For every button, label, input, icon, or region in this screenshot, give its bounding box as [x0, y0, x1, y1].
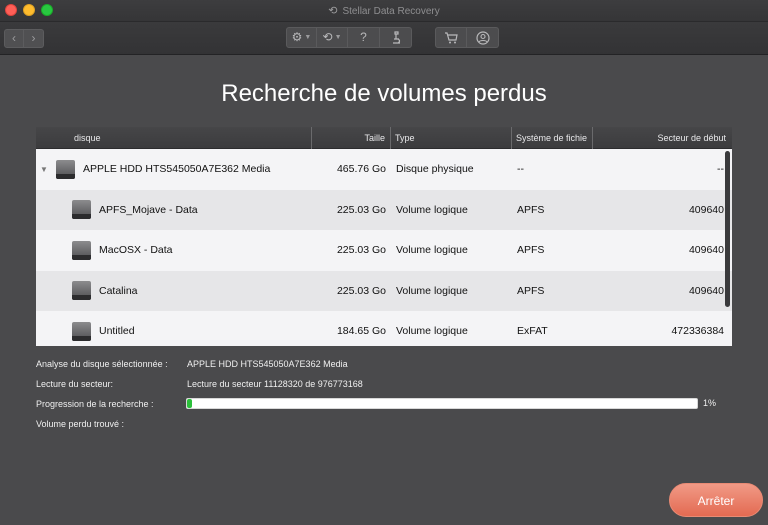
toolbar-account-group [435, 27, 499, 48]
row-type: Disque physique [396, 163, 474, 176]
forward-button[interactable]: › [24, 29, 44, 48]
row-name-cell: Untitled [36, 321, 312, 341]
table-row[interactable]: Untitled 184.65 Go Volume logique ExFAT … [36, 311, 732, 346]
table-body: ▼ APPLE HDD HTS545050A7E362 Media 465.76… [36, 149, 732, 346]
row-start-sector: 409640 [688, 203, 724, 216]
lost-volume-label: Volume perdu trouvé : [36, 419, 125, 429]
history-icon: ⟲ [322, 30, 333, 44]
row-size: 225.03 Go [336, 284, 386, 297]
help-button[interactable]: ? [348, 27, 380, 48]
navigation-buttons: ‹ › [4, 29, 44, 48]
row-name: MacOSX - Data [99, 244, 173, 257]
table-row[interactable]: APFS_Mojave - Data 225.03 Go Volume logi… [36, 189, 732, 230]
column-header-disk[interactable]: disque [36, 127, 312, 149]
row-start-sector: 409640 [688, 284, 724, 297]
cart-button[interactable] [435, 27, 467, 48]
settings-button[interactable]: ⚙ ▼ [286, 27, 317, 48]
row-filesystem: ExFAT [517, 325, 548, 338]
row-name: APPLE HDD HTS545050A7E362 Media [83, 163, 271, 176]
chevron-right-icon: › [31, 31, 36, 45]
row-size: 225.03 Go [336, 203, 386, 216]
volume-icon [72, 200, 91, 220]
volume-icon [72, 281, 91, 301]
chevron-left-icon: ‹ [12, 31, 16, 45]
row-name-cell: APFS_Mojave - Data [36, 200, 312, 220]
row-filesystem: APFS [517, 284, 545, 297]
disk-analysis-value: APPLE HDD HTS545050A7E362 Media [187, 359, 348, 369]
volume-icon [72, 240, 91, 260]
back-button[interactable]: ‹ [4, 29, 24, 48]
row-type: Volume logique [396, 325, 468, 338]
table-row[interactable]: MacOSX - Data 225.03 Go Volume logique A… [36, 230, 732, 271]
scan-engine-button[interactable] [380, 27, 412, 48]
account-button[interactable] [467, 27, 499, 48]
column-header-filesystem[interactable]: Système de fichie [512, 127, 593, 149]
row-name: APFS_Mojave - Data [99, 203, 198, 216]
table-header: disque Taille Type Système de fichie Sec… [36, 127, 732, 149]
column-header-start-sector[interactable]: Secteur de début [593, 127, 732, 149]
user-icon [475, 30, 490, 45]
cart-icon [444, 30, 458, 44]
row-size: 465.76 Go [336, 163, 386, 176]
row-start-sector: 472336384 [671, 325, 724, 338]
hard-disk-icon [56, 159, 75, 179]
toolbar-main-group: ⚙ ▼ ⟲ ▼ ? [286, 27, 412, 48]
row-size: 184.65 Go [336, 325, 386, 338]
row-name-cell: MacOSX - Data [36, 240, 312, 260]
window-title: ⟲ Stellar Data Recovery [0, 4, 768, 17]
search-progress-fill [187, 399, 193, 408]
disk-analysis-label: Analyse du disque sélectionnée : [36, 359, 168, 369]
chevron-down-icon: ▼ [304, 34, 312, 42]
app-logo-icon: ⟲ [328, 5, 338, 17]
page-title: Recherche de volumes perdus [221, 80, 547, 107]
history-button[interactable]: ⟲ ▼ [317, 27, 348, 48]
row-filesystem: -- [517, 163, 524, 176]
progress-label: Progression de la recherche : [36, 399, 154, 409]
sector-read-value: Lecture du secteur 11128320 de 976773168 [187, 379, 363, 389]
microscope-icon [390, 30, 402, 44]
row-type: Volume logique [396, 203, 468, 216]
row-size: 225.03 Go [336, 244, 386, 257]
row-start-sector: -- [717, 163, 724, 176]
window-title-text: Stellar Data Recovery [342, 6, 440, 17]
help-icon: ? [360, 30, 367, 44]
row-filesystem: APFS [517, 203, 545, 216]
row-name: Untitled [99, 325, 135, 338]
row-name-cell: Catalina [36, 281, 312, 301]
stop-button[interactable]: Arrêter [669, 483, 763, 517]
sector-read-label: Lecture du secteur: [36, 379, 114, 389]
chevron-down-icon: ▼ [334, 34, 342, 42]
progress-percent: 1% [703, 398, 717, 408]
table-row[interactable]: Catalina 225.03 Go Volume logique APFS 4… [36, 270, 732, 311]
row-start-sector: 409640 [688, 244, 724, 257]
volume-icon [72, 321, 91, 341]
gear-icon: ⚙ [291, 30, 303, 44]
toolbar: ‹ › ⚙ ▼ ⟲ ▼ ? [0, 22, 768, 55]
column-header-type[interactable]: Type [391, 127, 512, 149]
row-type: Volume logique [396, 244, 468, 257]
search-progress-bar [186, 398, 698, 409]
row-name-cell: ▼ APPLE HDD HTS545050A7E362 Media [36, 159, 312, 179]
row-filesystem: APFS [517, 244, 545, 257]
column-header-size[interactable]: Taille [312, 127, 391, 149]
table-scrollbar[interactable] [725, 151, 730, 307]
disclosure-triangle-icon[interactable]: ▼ [40, 165, 50, 174]
title-bar: ⟲ Stellar Data Recovery [0, 0, 768, 22]
row-type: Volume logique [396, 284, 468, 297]
row-name: Catalina [99, 284, 138, 297]
table-row[interactable]: ▼ APPLE HDD HTS545050A7E362 Media 465.76… [36, 149, 732, 190]
volumes-table: disque Taille Type Système de fichie Sec… [36, 127, 732, 346]
